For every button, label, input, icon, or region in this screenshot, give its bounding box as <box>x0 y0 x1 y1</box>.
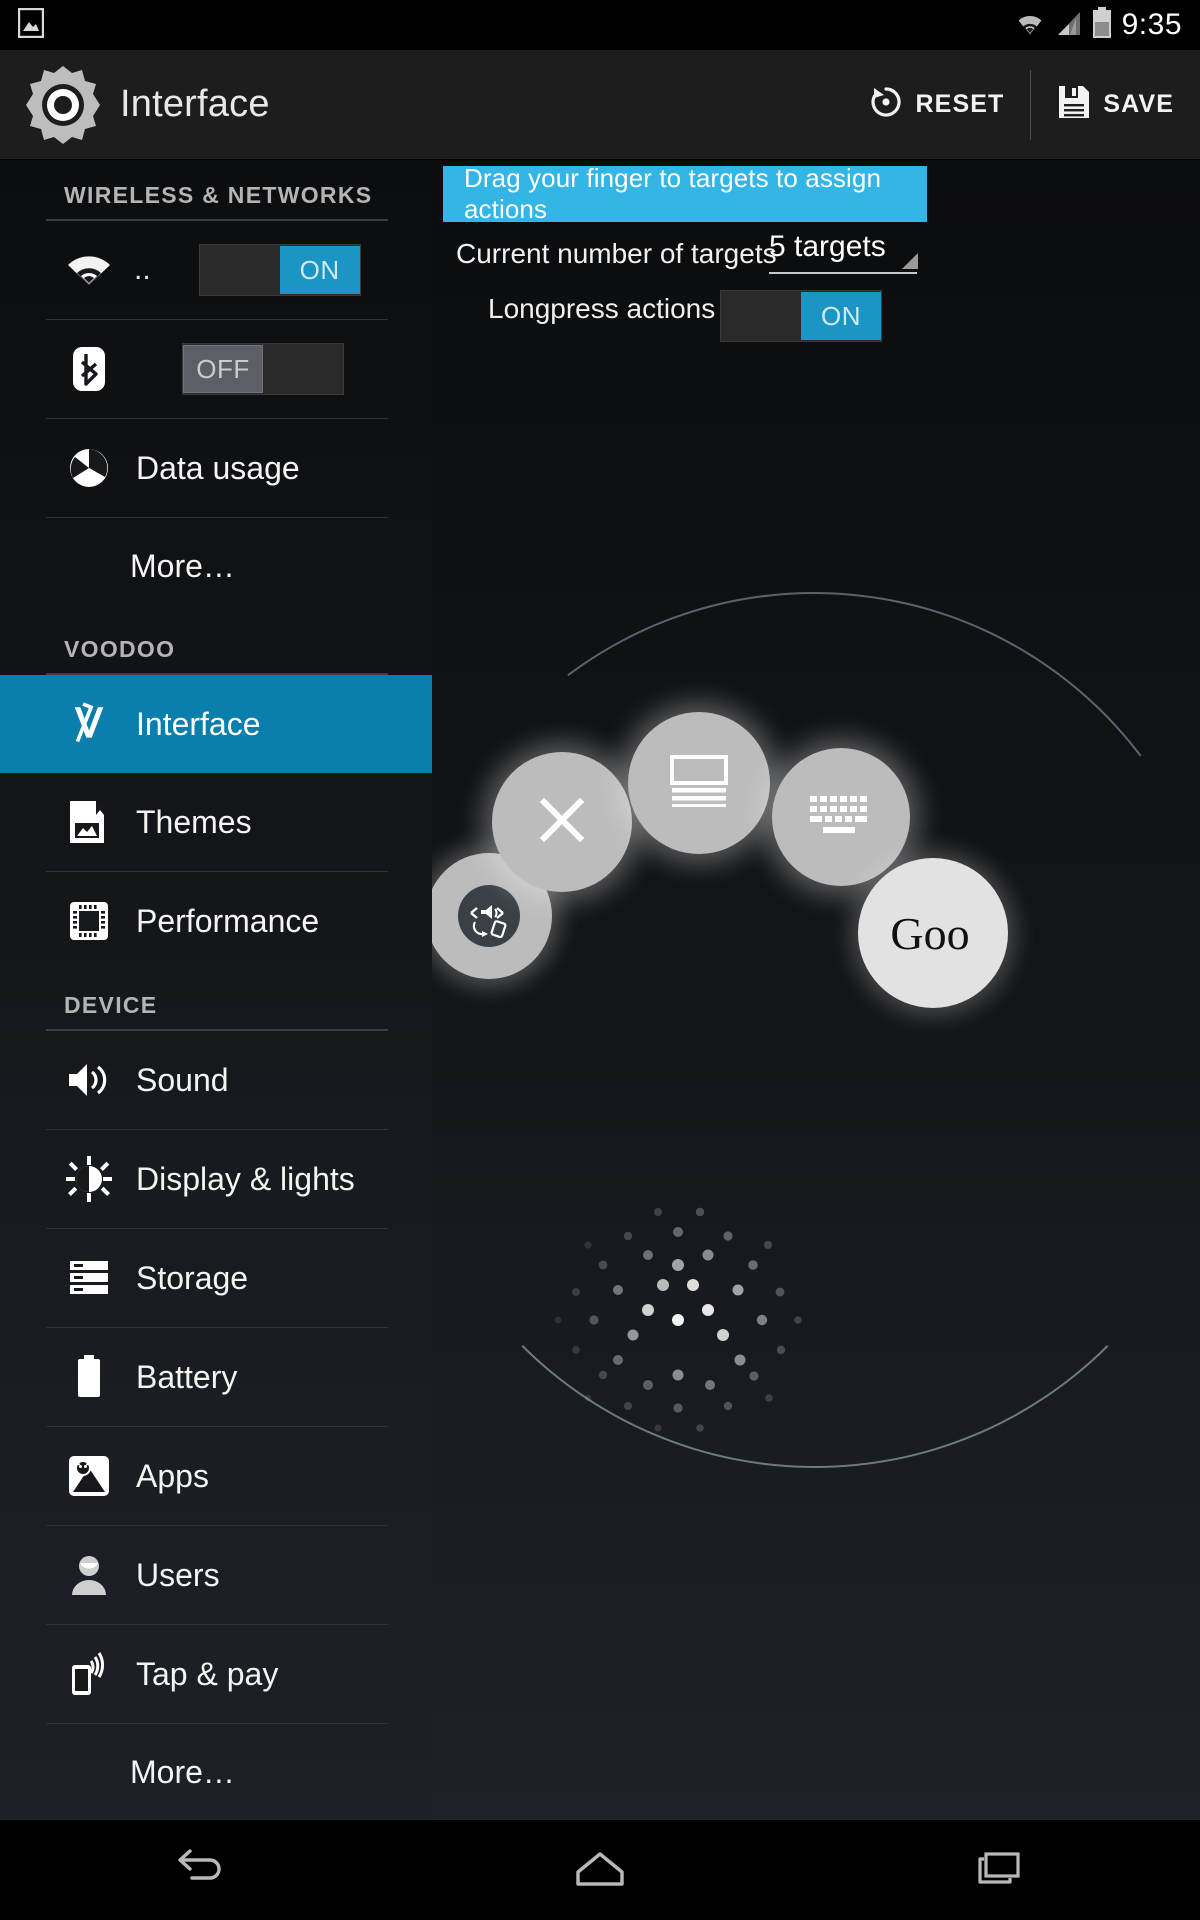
bluetooth-icon <box>64 344 114 394</box>
longpress-toggle-state: ON <box>801 292 881 340</box>
themes-picture-icon <box>64 797 114 847</box>
sidebar-item-themes[interactable]: Themes <box>0 773 432 871</box>
sidebar-item-label: Tap & pay <box>136 1655 279 1692</box>
image-icon <box>17 7 45 43</box>
status-bar-left <box>17 7 45 43</box>
reset-button-label: RESET <box>915 90 1005 118</box>
reset-button[interactable]: RESET <box>842 50 1031 159</box>
svg-text:℣: ℣ <box>74 702 103 746</box>
sidebar-item-battery[interactable]: Battery <box>0 1328 432 1426</box>
wifi-icon <box>1013 8 1047 43</box>
status-bar[interactable]: 9:35 <box>0 0 1200 50</box>
nav-recents-button[interactable] <box>800 1820 1200 1920</box>
ring-target-google[interactable]: Goo <box>858 858 1008 1008</box>
sidebar-item-data-usage[interactable]: Data usage <box>0 419 432 517</box>
wifi-toggle[interactable]: ON <box>198 244 361 296</box>
gear-icon <box>20 62 106 148</box>
home-icon <box>570 1846 630 1895</box>
voodoo-vx-icon: ℣ <box>64 699 114 749</box>
sidebar-item-tap-and-pay[interactable]: Tap & pay <box>0 1625 432 1723</box>
targets-count-row[interactable]: Current number of targets 5 targets <box>432 230 1200 298</box>
close-x-icon <box>534 792 590 853</box>
person-icon <box>64 1550 114 1600</box>
sidebar-item-users[interactable]: Users <box>0 1526 432 1624</box>
longpress-actions-row[interactable]: Longpress actions ON <box>432 290 1200 350</box>
back-arrow-icon <box>170 1846 230 1895</box>
save-button-label: SAVE <box>1103 90 1174 118</box>
nav-back-button[interactable] <box>0 1820 400 1920</box>
ring-target-preview[interactable]: Goo <box>432 538 1200 1760</box>
android-apps-icon <box>64 1451 114 1501</box>
longpress-actions-label: Longpress actions <box>488 293 716 324</box>
nfc-tap-icon <box>64 1649 114 1699</box>
sidebar-item-label: Data usage <box>136 449 300 486</box>
nav-home-button[interactable] <box>400 1820 800 1920</box>
action-bar-buttons: RESET SAVE <box>842 50 1200 159</box>
ring-target-keyboard[interactable] <box>772 748 910 886</box>
action-bar: Interface RESET SAVE <box>0 50 1200 160</box>
sidebar-item-label: Performance <box>136 902 320 939</box>
ring-target-recents[interactable] <box>628 712 770 854</box>
sidebar-item-label: Storage <box>136 1259 249 1296</box>
instruction-banner: Drag your finger to targets to assign ac… <box>443 163 927 224</box>
storage-icon <box>64 1253 114 1303</box>
status-bar-right: 9:35 <box>1013 6 1182 44</box>
sidebar-item-label: Apps <box>136 1457 209 1494</box>
recent-apps-icon <box>668 754 730 812</box>
status-bar-clock: 9:35 <box>1121 8 1182 41</box>
sidebar-item-sound[interactable]: Sound <box>0 1031 432 1129</box>
section-header-device: DEVICE <box>64 992 158 1018</box>
settings-sidebar[interactable]: WIRELESS & NETWORKS .. ON OFF Data usage… <box>0 160 432 1820</box>
sidebar-item-storage[interactable]: Storage <box>0 1229 432 1327</box>
sidebar-item-label: Themes <box>136 803 252 840</box>
sidebar-item-display-lights[interactable]: Display & lights <box>0 1130 432 1228</box>
bluetooth-toggle-state: OFF <box>183 345 263 393</box>
ring-target-close[interactable] <box>492 752 632 892</box>
sidebar-item-label: Sound <box>136 1061 229 1098</box>
sound-rotation-icon <box>458 885 520 947</box>
interface-content-pane: Drag your finger to targets to assign ac… <box>432 160 1200 1820</box>
sidebar-item-label: Battery <box>136 1358 238 1395</box>
targets-count-spinner[interactable]: 5 targets <box>769 230 918 274</box>
wifi-toggle-state: ON <box>279 246 360 294</box>
sidebar-item-wifi[interactable]: .. ON <box>0 221 432 319</box>
save-floppy-icon <box>1057 84 1091 125</box>
keyboard-icon <box>808 793 874 842</box>
system-nav-bar[interactable] <box>0 1820 1200 1920</box>
wifi-icon <box>64 245 114 295</box>
sidebar-item-interface[interactable]: ℣ Interface <box>0 675 432 773</box>
targets-count-value: 5 targets <box>769 230 886 263</box>
recents-icon <box>972 1846 1028 1895</box>
instruction-banner-text: Drag your finger to targets to assign ac… <box>464 163 882 224</box>
targets-count-label: Current number of targets <box>456 238 777 269</box>
data-usage-icon <box>64 443 114 493</box>
save-button[interactable]: SAVE <box>1031 50 1200 159</box>
sidebar-item-wireless-more[interactable]: More… <box>0 518 432 614</box>
sidebar-item-label: Display & lights <box>136 1160 355 1197</box>
sidebar-item-apps[interactable]: Apps <box>0 1427 432 1525</box>
cpu-chip-icon <box>64 896 114 946</box>
google-logo-icon: Goo <box>890 907 970 959</box>
sidebar-item-device-more[interactable]: More… <box>0 1724 432 1820</box>
reset-icon <box>868 84 904 125</box>
battery-icon <box>1091 6 1113 44</box>
sidebar-item-bluetooth[interactable]: OFF <box>0 320 432 418</box>
longpress-toggle[interactable]: ON <box>720 290 882 342</box>
section-header-voodoo: VOODOO <box>64 636 176 662</box>
cellular-signal-icon <box>1056 8 1082 43</box>
sidebar-item-label: Interface <box>136 705 261 742</box>
page-title: Interface <box>120 83 270 125</box>
sidebar-item-performance[interactable]: Performance <box>0 872 432 970</box>
speaker-icon <box>64 1055 114 1105</box>
sidebar-item-label: More… <box>130 547 235 584</box>
section-header-wireless: WIRELESS & NETWORKS <box>64 182 373 208</box>
chevron-down-icon <box>902 253 918 269</box>
sidebar-item-label: More… <box>130 1753 235 1790</box>
bluetooth-toggle[interactable]: OFF <box>182 343 344 395</box>
wifi-status-dots: .. <box>134 253 151 286</box>
sidebar-item-label: Users <box>136 1556 220 1593</box>
brightness-icon <box>64 1154 114 1204</box>
ring-dot-field <box>554 1207 802 1432</box>
battery-icon <box>64 1352 114 1402</box>
